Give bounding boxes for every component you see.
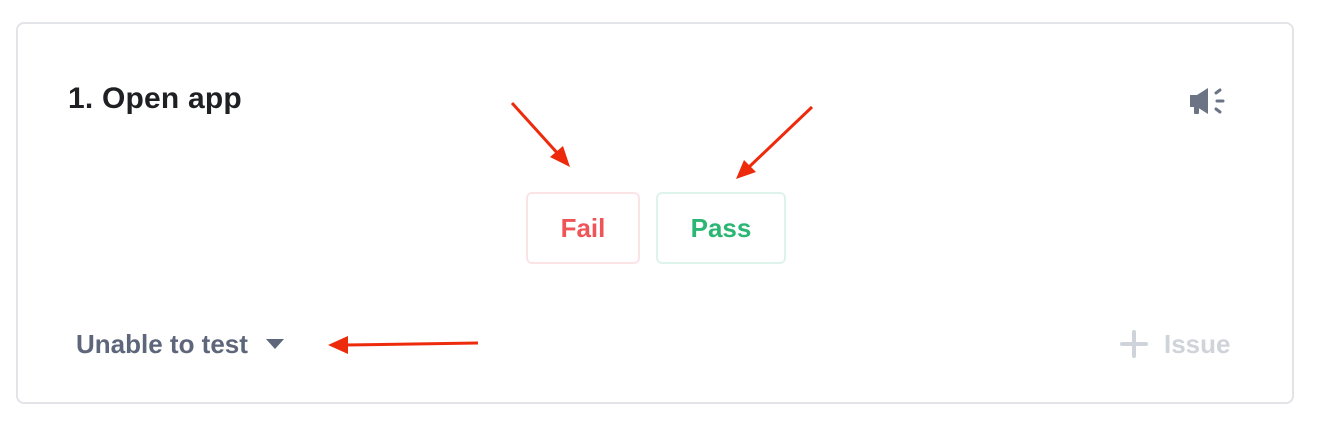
add-issue-button[interactable]: Issue: [1120, 326, 1231, 362]
step-title: 1. Open app: [68, 82, 242, 115]
unable-to-test-label: Unable to test: [76, 328, 248, 359]
plus-icon: [1120, 330, 1148, 358]
megaphone-icon[interactable]: [1186, 84, 1232, 118]
pass-button[interactable]: Pass: [656, 192, 786, 264]
fail-button[interactable]: Fail: [526, 192, 640, 264]
issue-label: Issue: [1164, 328, 1231, 359]
unable-to-test-dropdown[interactable]: Unable to test: [76, 326, 284, 362]
caret-down-icon: [265, 339, 284, 349]
